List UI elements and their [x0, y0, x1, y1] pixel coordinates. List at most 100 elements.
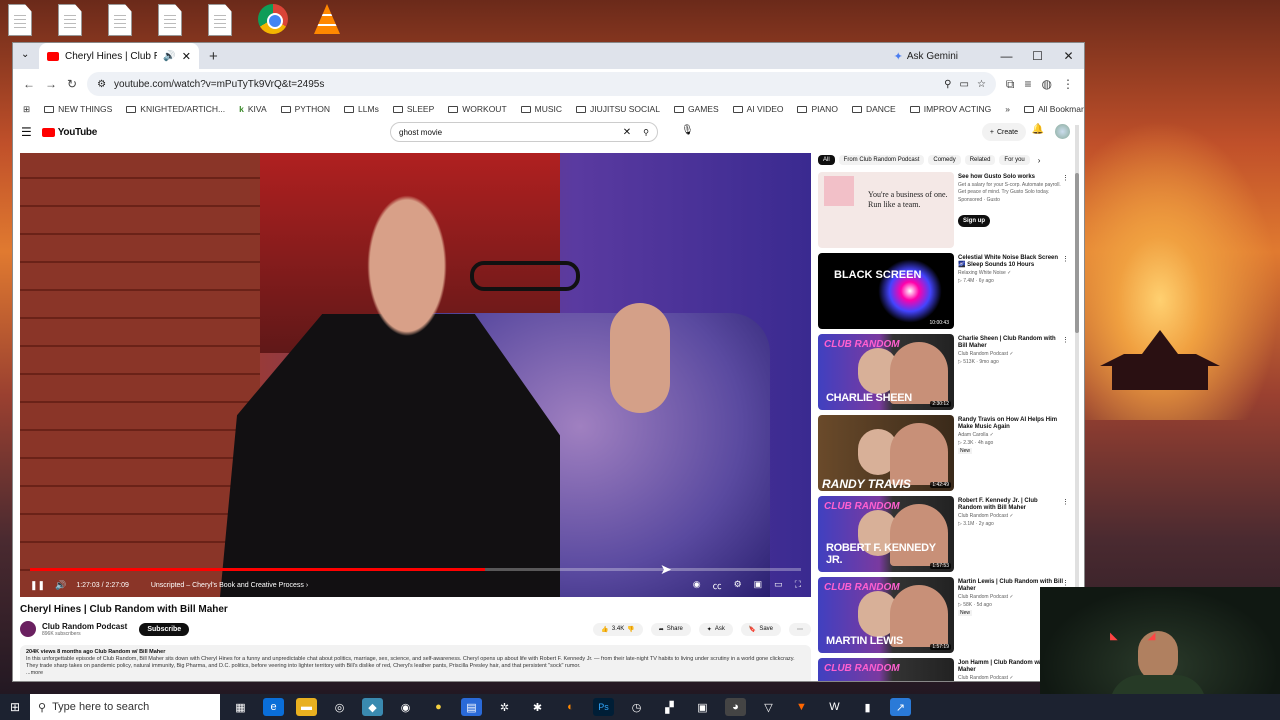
all-bookmarks-button[interactable]: All Bookmarks — [1023, 104, 1084, 114]
chip-comedy[interactable]: Comedy — [928, 155, 961, 165]
theater-mode-icon[interactable]: ▭ — [774, 579, 783, 592]
maximize-button[interactable]: ☐ — [1022, 43, 1053, 69]
minimize-button[interactable]: — — [991, 43, 1022, 69]
ad-item[interactable]: You're a business of one. Run like a tea… — [818, 172, 1073, 249]
apps-icon[interactable]: ⊞ — [23, 104, 30, 115]
list-item[interactable]: CLUB RANDOM ROBERT F. KENNEDY JR. 1:57:5… — [818, 496, 1073, 573]
bookmark-folder[interactable]: IMPROV ACTING — [909, 104, 991, 114]
obs-icon[interactable]: ◉ — [395, 698, 416, 716]
taskbar-search-placeholder[interactable]: Type here to search — [52, 701, 149, 713]
tab-search-icon[interactable]: ⌄ — [21, 49, 29, 60]
extensions-icon[interactable]: ⧉ — [1006, 77, 1015, 92]
progress-bar[interactable] — [30, 568, 801, 571]
desktop-file-icon[interactable] — [208, 4, 232, 36]
url-text[interactable]: youtube.com/watch?v=mPuTyTk9VrQ&t=2495s — [114, 79, 936, 90]
bookmark-folder[interactable]: GAMES — [673, 104, 719, 114]
captions-icon[interactable]: ㏄ — [713, 579, 722, 592]
file-explorer-icon[interactable]: ▬ — [296, 698, 317, 716]
list-item[interactable]: CLUB RANDOM Jon Hamm | Club Random w/ Bi… — [818, 658, 1073, 681]
clear-search-icon[interactable]: ✕ — [623, 127, 631, 138]
ad-title[interactable]: See how Gusto Solo works — [958, 174, 1063, 181]
bookmark-folder[interactable]: LLMs — [344, 104, 379, 114]
video-thumbnail[interactable]: RANDY TRAVIS 1:42:49 — [818, 415, 954, 491]
edge-icon[interactable]: e — [263, 698, 284, 716]
search-icon[interactable]: ⚲ — [643, 128, 649, 137]
reload-icon[interactable]: ↻ — [67, 77, 77, 91]
back-icon[interactable]: ← — [23, 77, 35, 91]
bookmark-folder[interactable]: MUSIC — [520, 104, 562, 114]
tab-youtube[interactable]: Cheryl Hines | Club Random 🔊 ✕ — [39, 43, 199, 69]
rec-channel[interactable]: Adam Carolla ✓ — [958, 432, 1063, 439]
ask-gemini-button[interactable]: ✦ Ask Gemini — [886, 46, 966, 66]
bookmark-folder[interactable]: SLEEP — [392, 104, 434, 114]
star-icon[interactable]: ☆ — [977, 79, 986, 90]
create-button[interactable]: + Create — [981, 123, 1026, 141]
omnibox[interactable]: ⚙ youtube.com/watch?v=mPuTyTk9VrQ&t=2495… — [87, 72, 996, 96]
chip-all[interactable]: All — [818, 155, 835, 165]
video-player[interactable]: ❚❚ 🔊 1:27:03 / 2:27:09 Unscripted – Cher… — [20, 153, 811, 597]
chapter-title[interactable]: Unscripted – Cheryl's Book and Creative … — [151, 582, 308, 589]
taskbar-search[interactable]: ⚲ Type here to search — [30, 694, 220, 720]
settings-icon[interactable]: ✲ — [494, 698, 515, 716]
app-icon[interactable]: ◆ — [362, 698, 383, 716]
account-avatar[interactable] — [1055, 124, 1070, 139]
windows-start-icon[interactable]: ⊞ — [0, 700, 30, 714]
lightbulb-icon[interactable]: ● — [428, 698, 449, 716]
firefox-icon[interactable]: ◐ — [560, 698, 581, 716]
rec-title[interactable]: Charlie Sheen | Club Random with Bill Ma… — [958, 336, 1063, 350]
app-icon[interactable]: ◎ — [329, 698, 350, 716]
rec-title[interactable]: Celestial White Noise Black Screen 🌌 Sle… — [958, 255, 1063, 269]
bookmark-folder[interactable]: WORKOUT — [448, 104, 507, 114]
desktop-file-icon[interactable] — [58, 4, 82, 36]
rec-channel[interactable]: Club Random Podcast ✓ — [958, 513, 1063, 520]
video-thumbnail[interactable]: CLUB RANDOM CHARLIE SHEEN 2:30:12 — [818, 334, 954, 410]
more-options-icon[interactable]: ⋮ — [1062, 174, 1069, 182]
close-tab-icon[interactable]: ✕ — [182, 50, 191, 63]
close-window-button[interactable]: ✕ — [1053, 43, 1084, 69]
miniplayer-icon[interactable]: ▣ — [754, 579, 763, 592]
app-icon[interactable]: ▣ — [692, 698, 713, 716]
brave-icon[interactable]: ▼ — [791, 698, 812, 716]
app-icon[interactable]: ↗ — [890, 698, 911, 716]
sign-up-button[interactable]: Sign up — [958, 215, 990, 227]
microphone-icon[interactable]: 🎙 — [681, 125, 694, 136]
app-icon[interactable]: ▽ — [758, 698, 779, 716]
list-item[interactable]: RANDY TRAVIS 1:42:49 Randy Travis on How… — [818, 415, 1073, 492]
notifications-bell-icon[interactable]: 🔔 — [1032, 124, 1044, 135]
cast-icon[interactable]: ▭ — [960, 79, 969, 90]
app-icon[interactable]: ▮ — [857, 698, 878, 716]
volume-icon[interactable]: 🔊 — [55, 580, 66, 591]
more-options-icon[interactable]: ⋮ — [1062, 498, 1069, 506]
search-box[interactable]: ghost movie ✕ ⚲ — [390, 122, 658, 142]
chip-related[interactable]: Related — [964, 155, 996, 165]
more-link[interactable]: ...more — [26, 670, 805, 677]
share-button[interactable]: ➦ Share — [650, 622, 691, 636]
video-thumbnail[interactable]: CLUB RANDOM ROBERT F. KENNEDY JR. 1:57:5… — [818, 496, 954, 572]
rec-channel[interactable]: Club Random Podcast ✓ — [958, 351, 1063, 358]
save-button[interactable]: 🔖 Save — [740, 622, 781, 636]
app-icon[interactable]: ✱ — [527, 698, 548, 716]
zoom-icon[interactable]: ⚲ — [944, 79, 951, 90]
new-tab-button[interactable]: + — [209, 48, 218, 65]
vlc-icon[interactable] — [314, 4, 340, 34]
desktop-file-icon[interactable] — [8, 4, 32, 36]
speaker-icon[interactable]: 🔊 — [163, 51, 175, 62]
app-icon[interactable]: ▞ — [659, 698, 680, 716]
subscribe-button[interactable]: Subscribe — [139, 622, 190, 636]
menu-icon[interactable]: ⋮ — [1062, 77, 1074, 91]
list-item[interactable]: CLUB RANDOM MARTIN LEWIS 1:57:19 Martin … — [818, 577, 1073, 654]
pause-icon[interactable]: ❚❚ — [30, 580, 45, 591]
app-icon[interactable]: W — [824, 698, 845, 716]
chrome-icon[interactable] — [258, 4, 288, 34]
hamburger-menu-icon[interactable]: ☰ — [21, 125, 32, 139]
list-item[interactable]: BLACK SCREEN 10:00:43 Celestial White No… — [818, 253, 1073, 330]
video-thumbnail[interactable]: BLACK SCREEN 10:00:43 — [818, 253, 954, 329]
chrome-taskbar-icon[interactable]: ◕ — [725, 698, 746, 716]
site-info-icon[interactable]: ⚙ — [97, 79, 106, 90]
bookmark-folder[interactable]: PYTHON — [280, 104, 330, 114]
bookmark-folder[interactable]: KNIGHTED/ARTICH... — [126, 104, 225, 114]
clock-icon[interactable]: ◷ — [626, 698, 647, 716]
search-input[interactable]: ghost movie — [399, 128, 623, 137]
like-button[interactable]: 👍 3.4K 👎 — [593, 622, 643, 636]
ask-button[interactable]: ✦ Ask — [698, 622, 733, 636]
